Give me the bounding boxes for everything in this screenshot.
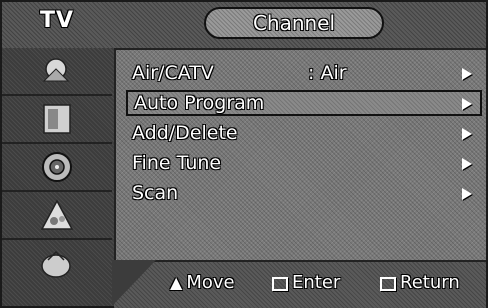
navigation-hint-bar: ▲︎ Move Enter Return <box>114 260 486 308</box>
enter-icon <box>272 276 288 291</box>
menu-item-auto-program[interactable]: Auto Program <box>126 90 482 116</box>
menu-item-label: Fine Tune <box>132 152 222 174</box>
sidebar-item-channel[interactable] <box>2 144 112 192</box>
sound-icon <box>43 104 71 134</box>
osd-screen: TV Channel Air/CATV: Air Auto Program A… <box>0 0 488 308</box>
menu-item-label: Auto Program <box>134 92 265 114</box>
chevron-right-icon <box>462 98 472 110</box>
channel-icon <box>42 152 72 182</box>
menu-item-add-delete[interactable]: Add/Delete <box>126 120 482 146</box>
menu-item-label: Scan <box>132 182 179 204</box>
return-hint-label: Return <box>400 272 460 293</box>
sidebar-item-input[interactable] <box>2 240 112 288</box>
move-hint-label: Move <box>186 272 235 293</box>
menu-item-scan[interactable]: Scan <box>126 180 482 206</box>
channel-menu-list: Air/CATV : Air Auto Program Add/Delete F… <box>126 60 482 210</box>
sidebar-item-picture[interactable] <box>2 48 112 96</box>
return-hint: Return <box>380 272 460 293</box>
menu-item-air-catv[interactable]: Air/CATV : Air <box>126 60 482 86</box>
return-icon <box>380 276 396 291</box>
picture-icon <box>42 58 70 82</box>
chevron-right-icon <box>462 158 472 170</box>
chevron-right-icon <box>462 68 472 80</box>
menu-category-sidebar <box>2 48 116 306</box>
sidebar-item-setup[interactable] <box>2 192 112 240</box>
menu-item-label: Add/Delete <box>132 122 238 144</box>
enter-hint-label: Enter <box>292 272 341 293</box>
enter-hint: Enter <box>272 272 340 293</box>
menu-item-value: : Air <box>308 62 347 84</box>
menu-item-fine-tune[interactable]: Fine Tune <box>126 150 482 176</box>
input-icon <box>41 250 71 278</box>
chevron-right-icon <box>462 128 472 140</box>
move-hint: ▲︎ Move <box>170 272 235 293</box>
menu-item-label: Air/CATV <box>132 62 214 84</box>
chevron-right-icon <box>462 188 472 200</box>
menu-title: Channel <box>252 11 336 35</box>
source-label: TV <box>40 8 75 33</box>
top-bar: TV Channel <box>2 2 486 50</box>
menu-title-pill: Channel <box>204 7 384 39</box>
sidebar-item-sound[interactable] <box>2 96 112 144</box>
setup-icon <box>40 199 74 230</box>
up-down-arrow-icon: ▲︎ <box>170 273 183 292</box>
